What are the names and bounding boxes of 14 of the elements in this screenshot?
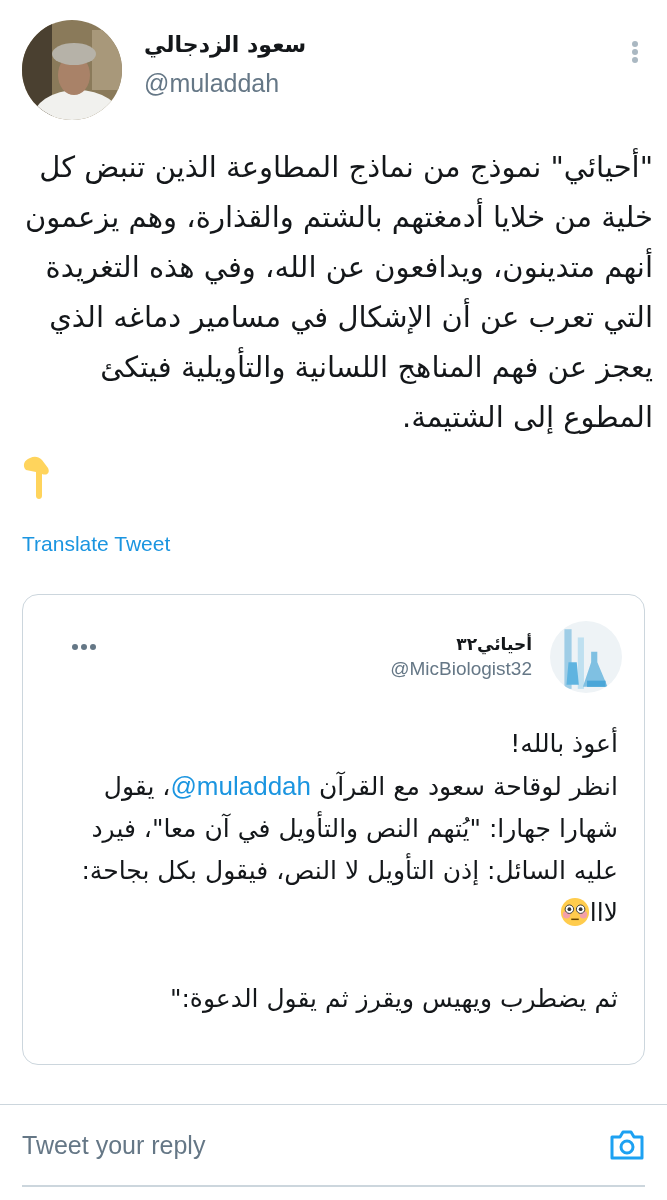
mention-link[interactable]: @muladdah [170,771,312,801]
author-name: أحيائي٣٢ [456,634,532,654]
quote-text: أعوذ بالله! [509,726,618,760]
author-name: سعود الزدجالي [144,32,307,57]
tweet-text: "أحيائي" نموذج من نماذج المطاوعة الذين تنبض كل خلية من خلايا أدمغتهم بالشتم والقذارة، وهم يزعمون أنهم متدينون، ويدافعون عن الله، وفي هذه التغريدة التي تعرب عن أن الإشكال في مسامير دماغه الذي يعجز عن فهم المناهج اللسانية والتأويلية فيتكئ المطوع إلى الشتيمة. [23,147,653,436]
quoted-tweet-card[interactable] [22,594,645,1065]
flushed-face-icon [559,897,590,927]
reply-field[interactable]: Tweet your reply [22,1130,609,1160]
author-handle: @muladdah [144,69,280,98]
author-handle: @MicBiologist32 [390,658,532,680]
more-icon[interactable] [71,643,97,651]
camera-icon[interactable] [609,1129,645,1161]
quote-text: ثم يضطرب ويهيس ويقرز ثم يقول الدعوة:" [168,983,618,1016]
translate-link[interactable]: Translate Tweet [22,532,171,556]
